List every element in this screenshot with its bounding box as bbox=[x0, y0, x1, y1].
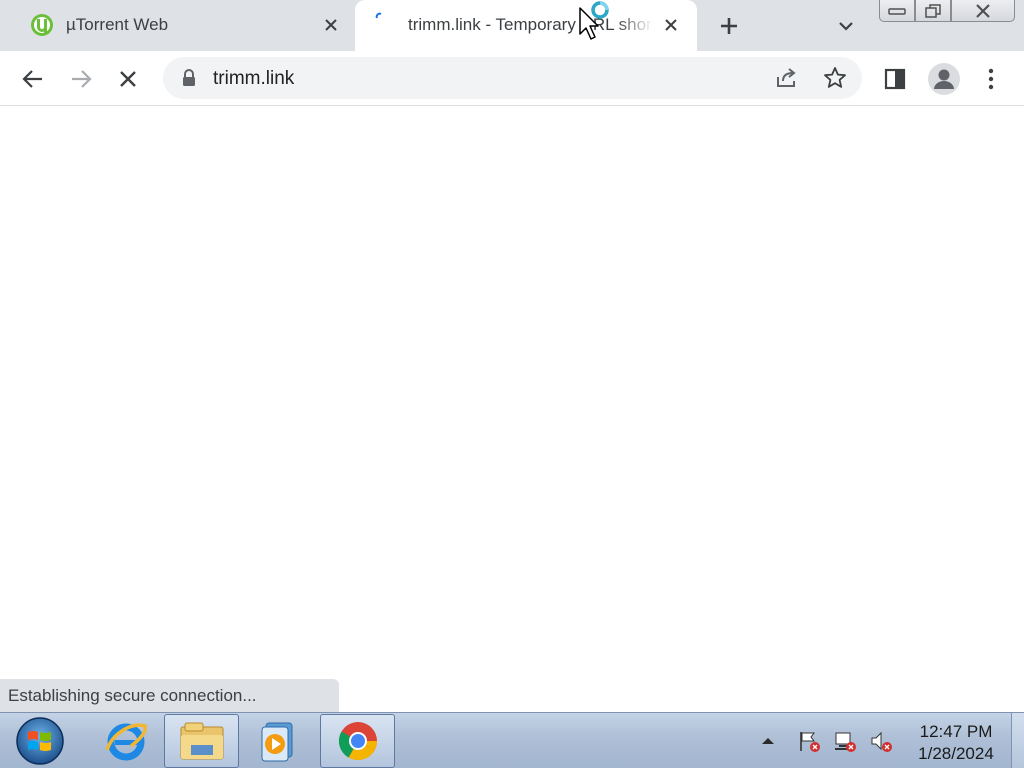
status-bubble: Establishing secure connection... bbox=[0, 679, 339, 713]
internet-explorer-icon bbox=[104, 723, 147, 761]
taskbar-file-explorer[interactable] bbox=[164, 714, 239, 768]
tab-search-button[interactable] bbox=[834, 14, 858, 38]
chrome-icon bbox=[338, 722, 377, 761]
media-player-icon bbox=[261, 722, 292, 762]
minimize-icon bbox=[888, 7, 906, 15]
taskbar: 12:47 PM 1/28/2024 bbox=[0, 712, 1024, 768]
restore-icon bbox=[925, 3, 941, 18]
back-button[interactable] bbox=[17, 63, 49, 95]
tab-utorrent[interactable]: µTorrent Web bbox=[0, 0, 353, 51]
utorrent-icon bbox=[31, 14, 53, 36]
browser-toolbar: trimm.link bbox=[0, 51, 1024, 106]
share-icon[interactable] bbox=[774, 65, 800, 91]
tab-close-icon[interactable] bbox=[660, 14, 682, 36]
tab-trimm-link[interactable]: trimm.link - Temporary URL shortener bbox=[355, 0, 697, 51]
system-clock[interactable]: 12:47 PM 1/28/2024 bbox=[904, 721, 1008, 765]
minimize-button[interactable] bbox=[879, 0, 915, 22]
stop-loading-icon bbox=[120, 71, 136, 87]
forward-arrow-icon bbox=[72, 70, 92, 88]
lock-icon[interactable] bbox=[181, 69, 197, 87]
url-text[interactable]: trimm.link bbox=[213, 68, 294, 90]
address-bar[interactable]: trimm.link bbox=[163, 57, 862, 99]
more-menu-icon bbox=[988, 68, 994, 90]
tab-title: µTorrent Web bbox=[66, 15, 169, 34]
clock-date: 1/28/2024 bbox=[918, 744, 994, 763]
forward-button[interactable] bbox=[65, 63, 97, 95]
star-icon[interactable] bbox=[822, 65, 848, 91]
volume-muted-icon[interactable] bbox=[869, 729, 893, 753]
clock-time: 12:47 PM bbox=[919, 722, 993, 741]
close-icon bbox=[976, 3, 990, 18]
network-icon[interactable] bbox=[833, 729, 857, 753]
page-content bbox=[0, 107, 1024, 712]
close-window-button[interactable] bbox=[951, 0, 1015, 22]
tab-strip: µTorrent Web trimm.link - Temporary URL … bbox=[0, 0, 1024, 51]
side-panel-icon bbox=[884, 68, 906, 90]
screen: µTorrent Web trimm.link - Temporary URL … bbox=[0, 0, 1024, 768]
taskbar-media-player[interactable] bbox=[239, 714, 314, 768]
mouse-cursor-busy-icon bbox=[579, 1, 609, 40]
new-tab-button[interactable] bbox=[716, 13, 742, 39]
more-menu-button[interactable] bbox=[975, 63, 1007, 95]
show-desktop-button[interactable] bbox=[1011, 713, 1024, 768]
side-panel-button[interactable] bbox=[879, 63, 911, 95]
action-center-flag-icon[interactable] bbox=[797, 729, 821, 753]
back-arrow-icon bbox=[22, 70, 42, 88]
restore-button[interactable] bbox=[915, 0, 951, 22]
stop-loading-button[interactable] bbox=[112, 63, 144, 95]
window-controls bbox=[879, 0, 1019, 24]
taskbar-chrome[interactable] bbox=[320, 714, 395, 768]
taskbar-internet-explorer[interactable] bbox=[88, 714, 163, 768]
chevron-down-icon bbox=[839, 22, 853, 31]
tab-close-icon[interactable] bbox=[320, 14, 342, 36]
profile-avatar-icon[interactable] bbox=[928, 63, 960, 95]
plus-icon bbox=[721, 18, 737, 34]
start-orb-icon[interactable] bbox=[14, 716, 66, 766]
file-explorer-icon bbox=[180, 722, 223, 760]
show-hidden-icons-arrow[interactable] bbox=[756, 729, 780, 753]
loading-spinner-icon bbox=[375, 12, 382, 19]
